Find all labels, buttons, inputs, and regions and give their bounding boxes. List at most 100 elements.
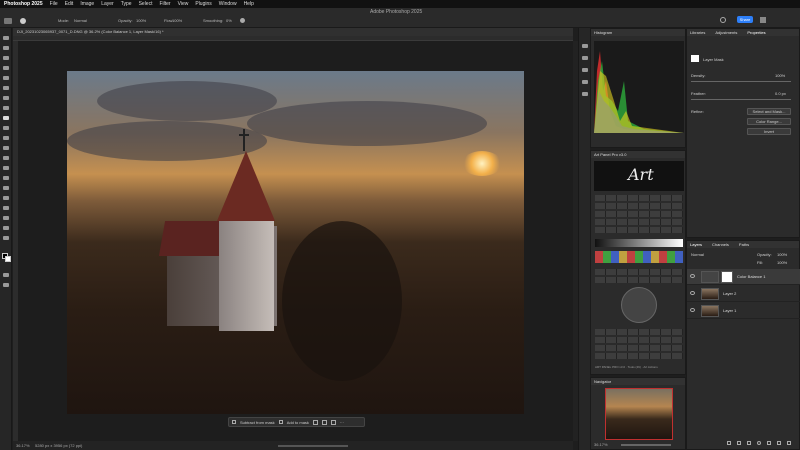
- history-brush-tool-icon[interactable]: [3, 136, 9, 140]
- art-button-row[interactable]: [595, 337, 683, 343]
- art-dial[interactable]: [621, 287, 657, 323]
- tab-adjustments[interactable]: Adjustments: [715, 29, 737, 36]
- tab-paths[interactable]: Paths: [739, 241, 749, 248]
- eyedropper-tool-icon[interactable]: [3, 96, 9, 100]
- mode-select[interactable]: Normal: [74, 18, 87, 23]
- art-panel-title[interactable]: Art Panel Pro v3.0: [591, 151, 685, 158]
- crop-tool-icon[interactable]: [3, 76, 9, 80]
- navigator-title[interactable]: Navigator: [591, 378, 685, 385]
- fill-icon[interactable]: [321, 419, 327, 425]
- menu-help[interactable]: Help: [244, 1, 254, 7]
- art-button-row[interactable]: [595, 345, 683, 351]
- color-range-button[interactable]: Color Range...: [747, 118, 791, 125]
- art-button-row[interactable]: [595, 219, 683, 225]
- link-icon[interactable]: [727, 441, 731, 445]
- eraser-tool-icon[interactable]: [3, 146, 9, 150]
- menu-image[interactable]: Image: [80, 1, 94, 7]
- add-mask-icon[interactable]: [747, 441, 751, 445]
- art-color-swatches[interactable]: [595, 251, 683, 263]
- properties-icon[interactable]: [582, 56, 588, 60]
- navigator-zoom[interactable]: 36.17%: [594, 442, 608, 447]
- opacity-value[interactable]: 100%: [136, 18, 146, 23]
- art-button-row[interactable]: [595, 269, 683, 275]
- menu-plugins[interactable]: Plugins: [195, 1, 211, 7]
- home-icon[interactable]: [4, 18, 12, 24]
- horizontal-scrollbar[interactable]: [278, 445, 348, 447]
- menu-edit[interactable]: Edit: [65, 1, 74, 7]
- adjustments-icon[interactable]: [582, 80, 588, 84]
- history-icon[interactable]: [582, 44, 588, 48]
- more-options-button[interactable]: ···: [340, 420, 344, 425]
- dodge-tool-icon[interactable]: [3, 176, 9, 180]
- art-button-row[interactable]: [595, 353, 683, 359]
- trash-icon[interactable]: [787, 441, 791, 445]
- delete-icon[interactable]: [330, 419, 336, 425]
- menu-file[interactable]: File: [50, 1, 58, 7]
- flow-value[interactable]: 100%: [172, 18, 182, 23]
- art-button-row[interactable]: [595, 195, 683, 201]
- zoom-level[interactable]: 36.17%: [16, 443, 30, 448]
- eye-icon[interactable]: [690, 308, 695, 312]
- new-layer-icon[interactable]: [777, 441, 781, 445]
- layer-mask-thumbnail[interactable]: [721, 271, 733, 283]
- background-color-icon[interactable]: [5, 256, 11, 262]
- zoom-tool-icon[interactable]: [3, 236, 9, 240]
- stamp-tool-icon[interactable]: [3, 126, 9, 130]
- brushes-icon[interactable]: [582, 92, 588, 96]
- histogram-title[interactable]: Histogram: [591, 29, 685, 36]
- smoothing-value[interactable]: 0%: [226, 18, 232, 23]
- menu-type[interactable]: Type: [121, 1, 132, 7]
- invert-icon[interactable]: [312, 419, 318, 425]
- blur-tool-icon[interactable]: [3, 166, 9, 170]
- tab-channels[interactable]: Channels: [712, 241, 729, 248]
- add-mask-icon[interactable]: [278, 420, 283, 424]
- brush-tool-icon[interactable]: [3, 116, 9, 120]
- menu-filter[interactable]: Filter: [159, 1, 170, 7]
- layer-row[interactable]: Color Balance 1: [687, 269, 800, 285]
- density-slider[interactable]: [691, 81, 791, 82]
- density-value[interactable]: 100%: [775, 73, 785, 78]
- art-button-row[interactable]: [595, 203, 683, 209]
- fx-icon[interactable]: [737, 441, 741, 445]
- healing-tool-icon[interactable]: [3, 106, 9, 110]
- workspace-icon[interactable]: [760, 17, 766, 23]
- tab-properties[interactable]: Properties: [747, 29, 765, 36]
- document-image[interactable]: [67, 71, 524, 414]
- screen-mode-icon[interactable]: [3, 283, 9, 287]
- menu-view[interactable]: View: [178, 1, 189, 7]
- folder-icon[interactable]: [767, 441, 771, 445]
- share-button[interactable]: Share: [737, 16, 753, 23]
- adjustment-icon[interactable]: [757, 441, 761, 445]
- frame-tool-icon[interactable]: [3, 86, 9, 90]
- tab-layers[interactable]: Layers: [690, 241, 702, 248]
- document-tab[interactable]: DJI_20231023065937_0071_D.DNG @ 36.2% (C…: [13, 28, 573, 36]
- select-tool-icon[interactable]: [3, 66, 9, 70]
- path-select-tool-icon[interactable]: [3, 206, 9, 210]
- hand-tool-icon[interactable]: [3, 226, 9, 230]
- search-icon[interactable]: [720, 17, 726, 23]
- layer-row[interactable]: Layer 1: [687, 303, 800, 319]
- move-tool-icon[interactable]: [3, 36, 9, 40]
- menu-window[interactable]: Window: [219, 1, 237, 7]
- add-to-mask-button[interactable]: Add to mask: [287, 420, 309, 425]
- feather-slider[interactable]: [691, 99, 791, 100]
- menu-app[interactable]: Photoshop 2025: [4, 1, 43, 7]
- layer-row[interactable]: Layer 2: [687, 286, 800, 302]
- marquee-tool-icon[interactable]: [3, 46, 9, 50]
- gear-icon[interactable]: [240, 18, 245, 23]
- tab-libraries[interactable]: Libraries: [690, 29, 705, 36]
- art-button-row[interactable]: [595, 277, 683, 283]
- layer-name[interactable]: Layer 2: [723, 291, 736, 296]
- lasso-tool-icon[interactable]: [3, 56, 9, 60]
- art-button-row[interactable]: [595, 329, 683, 335]
- invert-button[interactable]: Invert: [747, 128, 791, 135]
- feather-value[interactable]: 0.0 px: [775, 91, 786, 96]
- subtract-from-mask-button[interactable]: Subtract from mask: [240, 420, 275, 425]
- eye-icon[interactable]: [690, 274, 695, 278]
- shape-tool-icon[interactable]: [3, 216, 9, 220]
- layer-name[interactable]: Color Balance 1: [737, 274, 765, 279]
- quick-mask-icon[interactable]: [3, 273, 9, 277]
- eye-icon[interactable]: [690, 291, 695, 295]
- type-tool-icon[interactable]: [3, 196, 9, 200]
- gradient-tool-icon[interactable]: [3, 156, 9, 160]
